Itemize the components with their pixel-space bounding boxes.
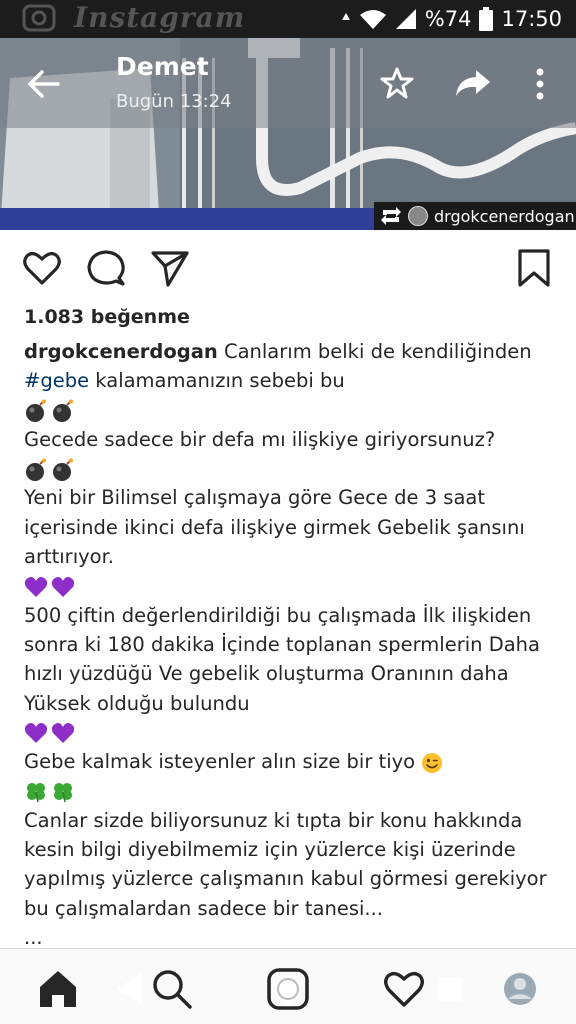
emoji-line: [24, 571, 564, 600]
emoji-line: [24, 718, 564, 747]
post-caption: drgokcenerdogan Canlarım belki de kendil…: [24, 337, 564, 952]
purple-heart-emoji: [51, 723, 75, 744]
bottom-nav: [0, 948, 576, 1024]
caption-line: arttırıyor.: [24, 545, 115, 569]
caption-line: #gebe kalamamanızın sebebi bu: [24, 366, 564, 395]
post-action-row: [0, 236, 576, 300]
heart-icon[interactable]: [382, 967, 426, 1011]
hashtag-link[interactable]: #gebe: [24, 369, 89, 392]
caption-line: yapılmış yüzlerce çalışmanın kabul görme…: [24, 867, 547, 891]
caption-line: drgokcenerdogan Canlarım belki de kendil…: [24, 337, 564, 366]
back-arrow-icon[interactable]: [26, 66, 62, 102]
caption-line: hızlı yüzdüğü Ve gebelik oluşturma Oranı…: [24, 662, 509, 686]
camera-icon: [22, 4, 56, 32]
instagram-brand: Instagram: [74, 1, 246, 34]
back-triangle-icon[interactable]: [110, 967, 154, 1011]
post-username[interactable]: drgokcenerdogan: [24, 340, 218, 363]
caption-line: kesin bilgi diyebilmemiz için yüzlerce k…: [24, 838, 516, 862]
chat-timestamp: Bugün 13:24: [116, 91, 232, 112]
purple-heart-emoji: [24, 576, 48, 597]
status-icons: %74 17:50: [341, 0, 562, 38]
clover-emoji: [27, 782, 45, 803]
cell-signal-icon: [395, 9, 416, 29]
caption-text: Canlarım belki de kendiliğinden: [217, 340, 532, 363]
likes-count[interactable]: 1.083 beğenme: [24, 306, 190, 328]
chat-title: Demet: [116, 52, 209, 81]
caption-line: 500 çiftin değerlendirildiği bu çalışmad…: [24, 603, 532, 627]
clock: 17:50: [501, 7, 562, 31]
emoji-line: [24, 776, 564, 805]
bomb-emoji: [26, 399, 46, 423]
heart-icon[interactable]: [22, 248, 62, 288]
repost-username: drgokcenerdogan: [434, 206, 575, 226]
send-icon[interactable]: [150, 248, 190, 288]
emoji-line: [24, 454, 564, 483]
recents-square-icon[interactable]: [430, 967, 474, 1011]
caption-line: Yüksek olduğu bulundu: [24, 691, 250, 715]
caption-line: Yeni bir Bilimsel çalışmaya göre Gece de…: [24, 486, 486, 510]
bookmark-icon[interactable]: [514, 248, 554, 288]
purple-heart-emoji: [24, 723, 48, 744]
wifi-icon: [359, 10, 386, 29]
bomb-emoji: [53, 458, 73, 481]
status-bar: Instagram %74 17:50: [0, 0, 576, 38]
share-icon[interactable]: [454, 68, 492, 98]
search-icon[interactable]: [150, 967, 194, 1011]
camera-ring-icon[interactable]: [266, 967, 310, 1011]
caption-line: Gecede sadece bir defa mı ilişkiye giriy…: [24, 427, 496, 451]
battery-percent: %74: [424, 7, 472, 31]
clover-emoji: [54, 782, 72, 803]
caption-line: sonra ki 180 dakika İçinde toplanan sper…: [24, 632, 540, 656]
purple-heart-emoji: [51, 576, 75, 597]
caption-line: Canlar sizde biliyorsunuz ki tıpta bir k…: [24, 808, 523, 832]
more-vert-icon[interactable]: [528, 66, 552, 102]
signal-arrow-icon: [341, 13, 350, 20]
comment-icon[interactable]: [86, 248, 126, 288]
battery-icon: [479, 7, 494, 31]
caption-line: bu çalışmalardan sadece bir tanesi...: [24, 896, 384, 920]
repost-icon: [381, 207, 401, 225]
wink-emoji: [422, 752, 443, 773]
caption-line: içerisinde ikinci defa ilişkiye girmek G…: [24, 515, 525, 539]
emoji-line: [24, 396, 564, 425]
caption-line: Gebe kalmak isteyenler alın size bir tiy…: [24, 747, 564, 776]
home-icon[interactable]: [36, 967, 80, 1011]
caption-text: kalamamanızın sebebi bu: [89, 369, 345, 393]
star-icon[interactable]: [380, 66, 414, 100]
repost-attribution[interactable]: drgokcenerdogan: [374, 202, 576, 230]
repost-avatar: [408, 206, 428, 226]
bomb-emoji: [26, 458, 46, 481]
profile-avatar[interactable]: [498, 967, 542, 1011]
caption-text: Gebe kalmak isteyenler alın size bir tiy…: [24, 750, 422, 774]
bomb-emoji: [53, 399, 73, 423]
